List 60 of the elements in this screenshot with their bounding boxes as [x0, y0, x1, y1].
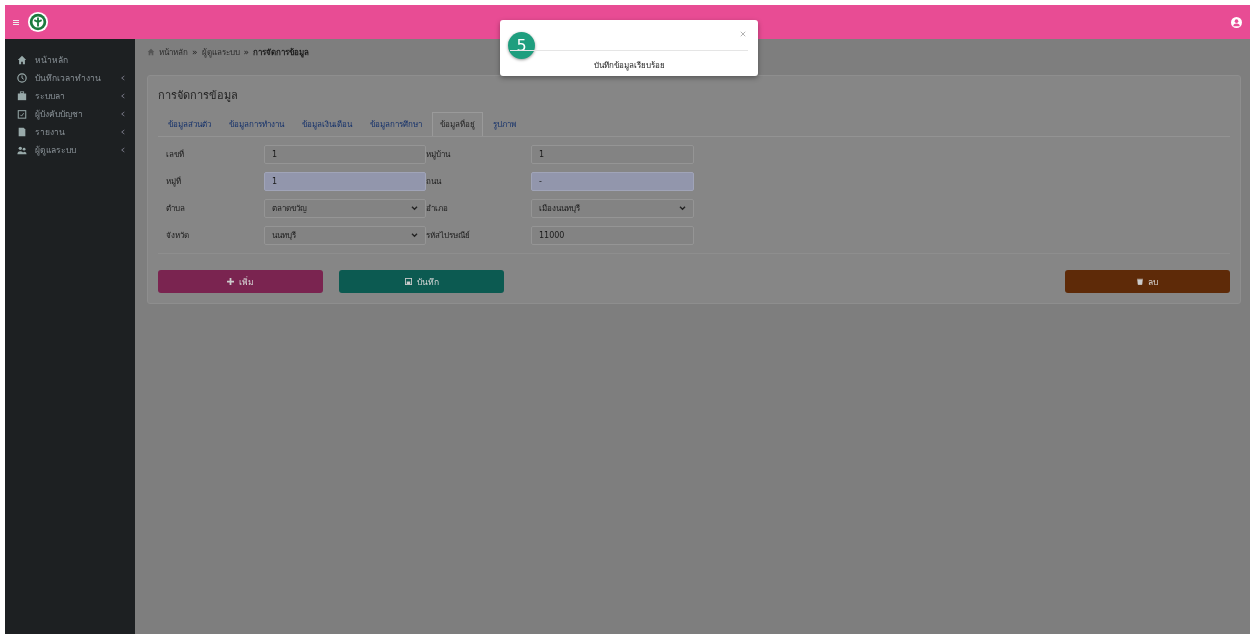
- breadcrumb-link[interactable]: ผู้ดูแลระบบ: [201, 45, 240, 59]
- plus-icon: [227, 278, 234, 285]
- briefcase-icon: [17, 91, 27, 101]
- sidebar-item[interactable]: ผู้ดูแลระบบ: [5, 141, 135, 159]
- input-field[interactable]: 1: [264, 145, 426, 164]
- input-field[interactable]: -: [531, 172, 694, 191]
- sidebar-item[interactable]: หน้าหลัก: [5, 51, 135, 69]
- input-field[interactable]: 1: [531, 145, 694, 164]
- calendar-icon: [17, 109, 27, 119]
- sidebar-label: รายงาน: [35, 126, 66, 139]
- logo-icon: [27, 11, 49, 33]
- field-label: อำเภอ: [426, 203, 449, 215]
- select-field[interactable]: นนทบุรี: [264, 226, 426, 245]
- sidebar-label: บันทึกเวลาทำงาน: [35, 72, 102, 85]
- breadcrumb-separator: »: [192, 47, 198, 57]
- field-label: หมู่บ้าน: [426, 149, 452, 161]
- select-field[interactable]: ตลาดขวัญ: [264, 199, 426, 218]
- sidebar-item[interactable]: บันทึกเวลาทำงาน: [5, 69, 135, 87]
- field-label: ตำบล: [166, 203, 186, 215]
- clock-icon: [17, 73, 27, 83]
- delete-button[interactable]: ลบ: [1065, 270, 1230, 293]
- field-label: หมู่ที่: [166, 175, 182, 188]
- chevron-icon: [411, 206, 418, 211]
- select-field[interactable]: เมืองนนทบุรี: [531, 199, 694, 218]
- user-icon[interactable]: [1231, 16, 1242, 28]
- sidebar-item[interactable]: ระบบลา: [5, 87, 135, 105]
- field-label: ถนน: [426, 176, 443, 188]
- card-title: การจัดการข้อมูล: [158, 88, 239, 104]
- sidebar-label: ผู้ดูแลระบบ: [35, 144, 77, 157]
- sidebar-label: ระบบลา: [35, 90, 66, 103]
- breadcrumb-link[interactable]: หน้าหลัก: [159, 45, 188, 59]
- close-icon[interactable]: [740, 31, 746, 37]
- tab[interactable]: ข้อมูลการทำงาน: [221, 112, 292, 136]
- tab[interactable]: รูปภาพ: [485, 112, 524, 136]
- field-label: เลขที่: [166, 148, 185, 161]
- menu-icon[interactable]: [13, 19, 19, 25]
- home-icon: [17, 55, 27, 65]
- sidebar-label: ผู้บังคับบัญชา: [35, 108, 84, 121]
- save-button[interactable]: บันทึก: [339, 270, 504, 293]
- tab[interactable]: ข้อมูลส่วนตัว: [160, 112, 219, 136]
- chevron-icon: [679, 206, 686, 211]
- breadcrumb-separator: »: [243, 47, 250, 57]
- home-icon: [147, 48, 155, 56]
- add-button[interactable]: เพิ่ม: [158, 270, 323, 293]
- tab[interactable]: ข้อมูลที่อยู่: [432, 112, 483, 136]
- sidebar-label: หน้าหลัก: [35, 54, 69, 67]
- users-icon: [17, 145, 27, 155]
- tab[interactable]: ข้อมูลการศึกษา: [362, 112, 430, 136]
- floppy-disk-icon: [404, 278, 412, 285]
- input-field[interactable]: 11000: [531, 226, 694, 245]
- sidebar-item[interactable]: ผู้บังคับบัญชา: [5, 105, 135, 123]
- input-field[interactable]: 1: [264, 172, 426, 191]
- notification-message: บันทึกข้อมูลเรียบร้อย: [592, 60, 666, 72]
- tab[interactable]: ข้อมูลเงินเดือน: [294, 112, 360, 136]
- document-icon: [17, 127, 27, 137]
- trash-icon: [1137, 278, 1143, 285]
- sidebar-item[interactable]: รายงาน: [5, 123, 135, 141]
- chevron-icon: [411, 233, 418, 238]
- field-label: รหัสไปรษณีย์: [426, 230, 471, 242]
- field-label: จังหวัด: [166, 230, 190, 242]
